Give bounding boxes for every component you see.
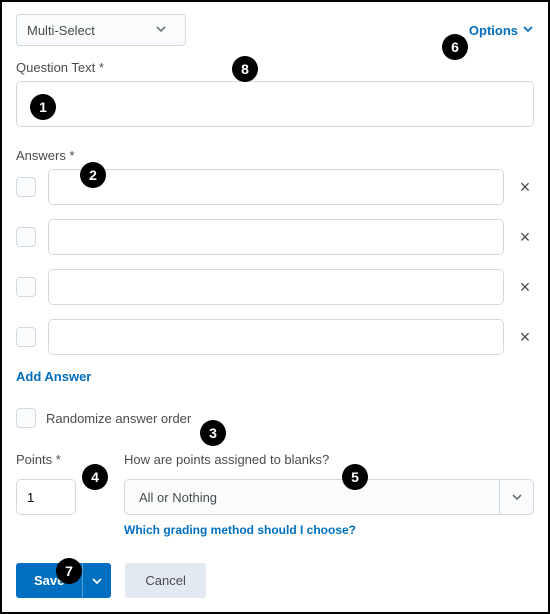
callout-3: 3: [200, 420, 226, 446]
callout-7: 7: [56, 558, 82, 584]
answer-row: ×: [16, 219, 534, 255]
callout-8: 8: [232, 56, 258, 82]
grading-help-link[interactable]: Which grading method should I choose?: [124, 523, 534, 537]
grading-method-select[interactable]: All or Nothing: [124, 479, 534, 515]
close-icon[interactable]: ×: [516, 178, 534, 196]
close-icon[interactable]: ×: [516, 328, 534, 346]
cancel-button[interactable]: Cancel: [125, 563, 205, 598]
answer-correct-checkbox[interactable]: [16, 177, 36, 197]
close-icon[interactable]: ×: [516, 228, 534, 246]
answer-input[interactable]: [48, 269, 504, 305]
chevron-down-icon: [499, 480, 533, 514]
add-answer-link[interactable]: Add Answer: [16, 369, 91, 384]
callout-2: 2: [80, 162, 106, 188]
question-text-input[interactable]: [16, 81, 534, 127]
grading-method-value: All or Nothing: [139, 490, 217, 505]
answer-input[interactable]: [48, 219, 504, 255]
grading-label: How are points assigned to blanks?: [124, 452, 534, 467]
answer-correct-checkbox[interactable]: [16, 327, 36, 347]
save-dropdown-button[interactable]: [83, 563, 111, 598]
question-type-label: Multi-Select: [27, 23, 95, 38]
answer-row: ×: [16, 319, 534, 355]
close-icon[interactable]: ×: [516, 278, 534, 296]
chevron-down-icon: [147, 23, 175, 38]
randomize-checkbox[interactable]: [16, 408, 36, 428]
answer-correct-checkbox[interactable]: [16, 277, 36, 297]
question-text-label: Question Text *: [16, 60, 534, 75]
question-type-select[interactable]: Multi-Select: [16, 14, 186, 46]
options-link-label: Options: [469, 23, 518, 38]
answer-row: ×: [16, 269, 534, 305]
answer-correct-checkbox[interactable]: [16, 227, 36, 247]
points-input[interactable]: [16, 479, 76, 515]
options-link[interactable]: Options: [469, 23, 534, 38]
points-label: Points *: [16, 452, 76, 467]
chevron-down-icon: [522, 23, 534, 38]
callout-4: 4: [82, 464, 108, 490]
answer-input[interactable]: [48, 319, 504, 355]
answers-label: Answers *: [16, 148, 534, 163]
answer-input[interactable]: [48, 169, 504, 205]
callout-5: 5: [342, 464, 368, 490]
callout-1: 1: [30, 94, 56, 120]
randomize-label: Randomize answer order: [46, 411, 191, 426]
callout-6: 6: [442, 34, 468, 60]
